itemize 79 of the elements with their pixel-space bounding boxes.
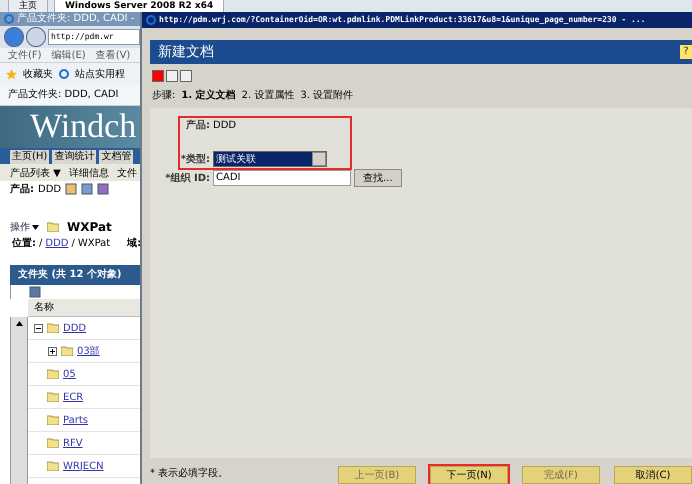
nav-tab[interactable]: 文档管 (99, 150, 134, 164)
folder-link[interactable]: WRJECN (63, 460, 104, 472)
wizard-button[interactable]: 取消(C) (614, 466, 692, 484)
folder-link[interactable]: Parts (63, 414, 88, 426)
type-select[interactable]: 测试关联 (213, 151, 327, 167)
banner-logo: Windch (0, 106, 140, 148)
path-separator: / (39, 238, 42, 248)
folder-icon (47, 369, 59, 379)
folder-title: WXPat (67, 220, 112, 234)
window-title: http://pdm.wrj.com/?ContainerOid=OR:wt.pdmlink.PDMLinkProduct:33617&u8=1&unique_page_number=230 - ... (159, 14, 646, 26)
folder-link[interactable]: RFV (63, 438, 83, 448)
menu-item[interactable]: 查看(V) (96, 48, 130, 62)
expand-icon[interactable] (48, 346, 57, 356)
collapse-icon[interactable] (34, 324, 43, 332)
sub-nav-item[interactable]: 详细信息 (68, 166, 109, 180)
folder-icon (47, 438, 59, 448)
nav-tab[interactable]: 查询统计 (52, 150, 96, 164)
menu-item[interactable]: 编辑(E) (52, 48, 86, 62)
step-indicator (166, 70, 178, 82)
column-header[interactable]: 名称 (28, 299, 140, 317)
window-title: 产品文件夹: DDD, CADI - (17, 12, 134, 26)
steps-label: 步骤: (152, 88, 176, 102)
step-label: 3. 设置附件 (300, 88, 354, 102)
caret-icon[interactable] (32, 224, 39, 230)
scroll-up-icon[interactable] (16, 321, 22, 326)
nav-tab[interactable]: 主页(H) (10, 150, 50, 164)
wizard-button[interactable]: 下一页(N) (430, 466, 508, 484)
required-note: * 表示必填字段。 (150, 466, 228, 481)
folder-icon (47, 461, 59, 471)
path-separator: / (71, 238, 75, 248)
product-label: 产品: (10, 182, 34, 196)
forward-button[interactable] (26, 27, 46, 47)
dialog-title: 新建文档 (158, 43, 214, 61)
field-label: *组织 ID: (164, 172, 210, 185)
scrollbar[interactable] (10, 317, 28, 484)
browser-tab[interactable]: Windows Server 2008 R2 x64 (54, 0, 224, 13)
field-label: *类型: (180, 152, 210, 166)
address-field[interactable]: http://pdm.wr (48, 29, 140, 45)
page-tab[interactable]: 产品文件夹: DDD, CADI (0, 85, 140, 106)
sub-nav-item[interactable]: 文件 (116, 166, 137, 180)
toolbar-icon[interactable] (81, 183, 94, 195)
folder-icon (47, 323, 59, 333)
find-button[interactable]: 查找... (354, 169, 402, 187)
field-label: 产品: (185, 118, 210, 132)
field-value: DDD (213, 120, 236, 130)
toolbar-icon[interactable] (97, 183, 110, 195)
back-button[interactable] (4, 27, 24, 47)
folder-link[interactable]: ECR (63, 392, 84, 402)
folder-icon (47, 415, 59, 425)
favorite-link[interactable]: 站点实用程 (75, 67, 125, 81)
toolbar-icon[interactable] (65, 183, 78, 195)
step-label: 1. 定义文档 (181, 88, 236, 102)
step-label: 2. 设置属性 (242, 88, 294, 102)
browser-tab[interactable]: 主页 (8, 0, 48, 13)
browser-icon (4, 14, 14, 24)
browser-icon (59, 69, 69, 79)
folder-link[interactable]: DDD (63, 322, 86, 334)
browser-icon (146, 15, 156, 25)
product-name: DDD (38, 184, 62, 194)
folder-link[interactable]: 05 (63, 368, 76, 380)
menu-item[interactable]: 文件(F) (8, 48, 42, 62)
folder-icon (47, 392, 59, 402)
input-field[interactable]: CADI (213, 170, 351, 186)
star-icon (6, 68, 17, 80)
step-indicator (152, 70, 164, 82)
actions-menu[interactable]: 操作 (10, 220, 30, 234)
toolbar-icon[interactable] (29, 286, 41, 298)
folder-link[interactable]: 03部 (77, 344, 100, 358)
domain-label: 域: (127, 236, 140, 250)
help-button[interactable]: ? (680, 45, 692, 59)
location-label: 位置: (12, 236, 36, 250)
breadcrumb-link[interactable]: DDD (45, 238, 68, 248)
breadcrumb-current: WXPat (78, 238, 110, 248)
step-indicator (180, 70, 192, 82)
table-title: 文件夹 (共 12 个对象) (10, 265, 140, 285)
folder-icon (61, 346, 73, 356)
favorites-button[interactable]: 收藏夹 (23, 67, 53, 81)
folder-icon (47, 222, 59, 232)
sub-nav-item[interactable]: 产品列表 ▼ (10, 166, 61, 180)
